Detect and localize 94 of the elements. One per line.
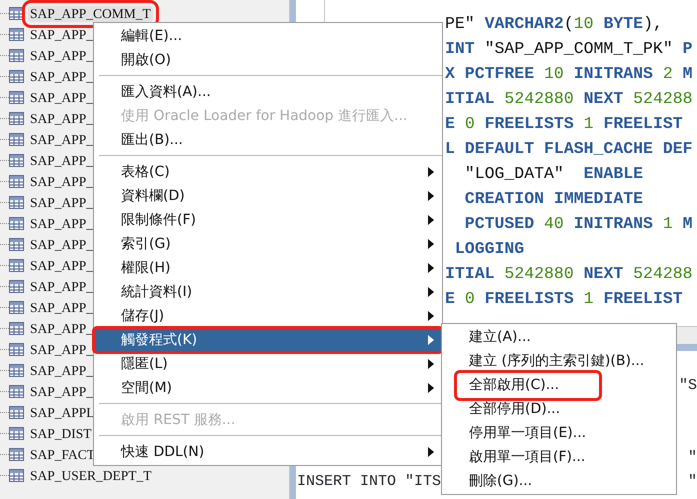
submenu-arrow-icon bbox=[428, 335, 434, 345]
menu-item[interactable]: 索引(G) bbox=[94, 232, 442, 256]
menu-item[interactable]: 觸發程式(K) bbox=[94, 328, 442, 352]
code-line: X PCTFREE 10 INITRANS 2 M bbox=[445, 63, 694, 85]
submenu-arrow-icon bbox=[428, 263, 434, 273]
code-line: INSERT INTO "ITS bbox=[297, 472, 442, 492]
submenu-arrow-icon bbox=[428, 287, 434, 297]
tree-item[interactable]: SAP_APP_ bbox=[28, 68, 96, 84]
table-icon bbox=[9, 70, 24, 83]
tree-item[interactable]: SAP_APP_ bbox=[28, 278, 96, 294]
menu-item[interactable]: 建立 (序列的主索引鍵)(B)... bbox=[442, 349, 676, 373]
code-line: E 0 FREELISTS 1 FREELIST bbox=[445, 113, 684, 135]
table-icon bbox=[9, 301, 24, 314]
code-fragment: " bbox=[688, 472, 697, 492]
menu-item[interactable]: 啟用單一項目(F)... bbox=[442, 445, 676, 469]
tree-item[interactable]: SAP_APP_ bbox=[28, 26, 96, 42]
tree-item[interactable]: SAP_APP_ bbox=[28, 48, 96, 64]
menu-item[interactable]: 編輯(E)... bbox=[94, 24, 442, 48]
tree-item[interactable]: SAP_APP_ bbox=[28, 152, 96, 168]
table-icon bbox=[9, 28, 24, 41]
table-icon bbox=[9, 406, 24, 419]
table-icon bbox=[9, 385, 24, 398]
menu-item[interactable]: 全部啟用(C)... bbox=[442, 373, 676, 397]
table-icon bbox=[9, 343, 24, 356]
menu-item[interactable]: 停用單一項目(E)... bbox=[442, 421, 676, 445]
code-line: ITIAL 5242880 NEXT 524288 bbox=[445, 88, 694, 110]
code-line: ITIAL 5242880 NEXT 524288 bbox=[445, 263, 694, 285]
table-icon bbox=[9, 154, 24, 167]
table-icon bbox=[9, 91, 24, 104]
tree-item[interactable]: SAP_USER_DEPT_T bbox=[28, 468, 154, 484]
tree-item[interactable]: SAP_APP_ bbox=[28, 90, 96, 106]
code-line: "LOG_DATA" ENABLE bbox=[464, 163, 644, 185]
table-icon bbox=[9, 133, 24, 146]
table-icon bbox=[9, 259, 24, 272]
menu-item[interactable]: 開啟(O) bbox=[94, 48, 442, 72]
menu-item[interactable]: 儲存(J) bbox=[94, 304, 442, 328]
table-icon bbox=[9, 49, 24, 62]
submenu-arrow-icon bbox=[428, 383, 434, 393]
submenu-arrow-icon bbox=[428, 215, 434, 225]
submenu-arrow-icon bbox=[428, 311, 434, 321]
submenu-arrow-icon bbox=[428, 167, 434, 177]
code-line: CREATION IMMEDIATE bbox=[464, 188, 644, 210]
tree-item[interactable]: SAP_APP_ bbox=[28, 110, 96, 126]
tree-item[interactable]: SAP_APP_ bbox=[28, 258, 96, 274]
table-icon bbox=[9, 364, 24, 377]
submenu-arrow-icon bbox=[428, 239, 434, 249]
table-icon bbox=[9, 448, 24, 461]
table-icon bbox=[9, 175, 24, 188]
code-fragment: " bbox=[688, 448, 697, 468]
tree-item[interactable]: SAP_APP_COMM_T bbox=[28, 6, 153, 22]
tree-item[interactable]: SAP_APP_ bbox=[28, 362, 96, 378]
menu-item[interactable]: 匯出(B)... bbox=[94, 128, 442, 152]
code-line: E 0 FREELISTS 1 FREELIST bbox=[445, 288, 684, 310]
highlight-frame: 全部啟用(C)... bbox=[457, 372, 600, 398]
menu-item[interactable]: 全部停用(D)... bbox=[442, 397, 676, 421]
table-icon bbox=[9, 322, 24, 335]
menu-item[interactable]: 隱匿(L) bbox=[94, 352, 442, 376]
submenu-arrow-icon bbox=[428, 359, 434, 369]
menu-item[interactable]: 刪除(G)... bbox=[442, 469, 676, 493]
code-line: L DEFAULT FLASH_CACHE DEF bbox=[445, 138, 694, 160]
menu-item[interactable]: 建立(A)... bbox=[442, 325, 676, 349]
code-fragment: "S bbox=[678, 376, 697, 396]
table-icon bbox=[9, 280, 24, 293]
menu-item[interactable]: 空間(M) bbox=[94, 376, 442, 400]
tree-item[interactable]: SAP_APP_ bbox=[28, 236, 96, 252]
tree-item[interactable]: SAP_APP_ bbox=[28, 300, 96, 316]
menu-item[interactable]: 權限(H) bbox=[94, 256, 442, 280]
submenu-arrow-icon bbox=[428, 447, 434, 457]
menu-item[interactable]: 限制條件(F) bbox=[94, 208, 442, 232]
table-icon bbox=[9, 238, 24, 251]
tree-item[interactable]: SAP_APP_ bbox=[28, 132, 96, 148]
table-icon bbox=[9, 427, 24, 440]
menu-item[interactable]: 資料欄(D) bbox=[94, 184, 442, 208]
code-line: INT "SAP_APP_COMM_T_PK" P bbox=[445, 38, 694, 60]
table-icon bbox=[9, 7, 24, 20]
menu-item[interactable]: 匯入資料(A)... bbox=[94, 80, 442, 104]
tree-item[interactable]: SAP_DIST bbox=[28, 426, 94, 442]
tree-item[interactable]: SAP_APPL bbox=[28, 404, 97, 420]
menu-item[interactable]: 統計資料(I) bbox=[94, 280, 442, 304]
table-icon bbox=[9, 112, 24, 125]
tree-item[interactable]: SAP_APP_ bbox=[28, 342, 96, 358]
table-icon bbox=[9, 196, 24, 209]
tree-item[interactable]: SAP_APP_ bbox=[28, 216, 96, 232]
tree-item[interactable]: SAP_APP_ bbox=[28, 384, 96, 400]
code-line: PCTUSED 40 INITRANS 1 M bbox=[464, 213, 694, 235]
tree-item[interactable]: SAP_APP_ bbox=[28, 174, 96, 190]
code-line: LOGGING bbox=[454, 238, 526, 260]
menu-item[interactable]: 表格(C) bbox=[94, 160, 442, 184]
tree-item[interactable]: SAP_APP_ bbox=[28, 320, 96, 336]
submenu-arrow-icon bbox=[428, 191, 434, 201]
table-icon bbox=[9, 469, 24, 482]
code-line: PE" VARCHAR2(10 BYTE), bbox=[445, 13, 664, 35]
table-icon bbox=[9, 217, 24, 230]
tree-item[interactable]: SAP_APP_ bbox=[28, 194, 96, 210]
